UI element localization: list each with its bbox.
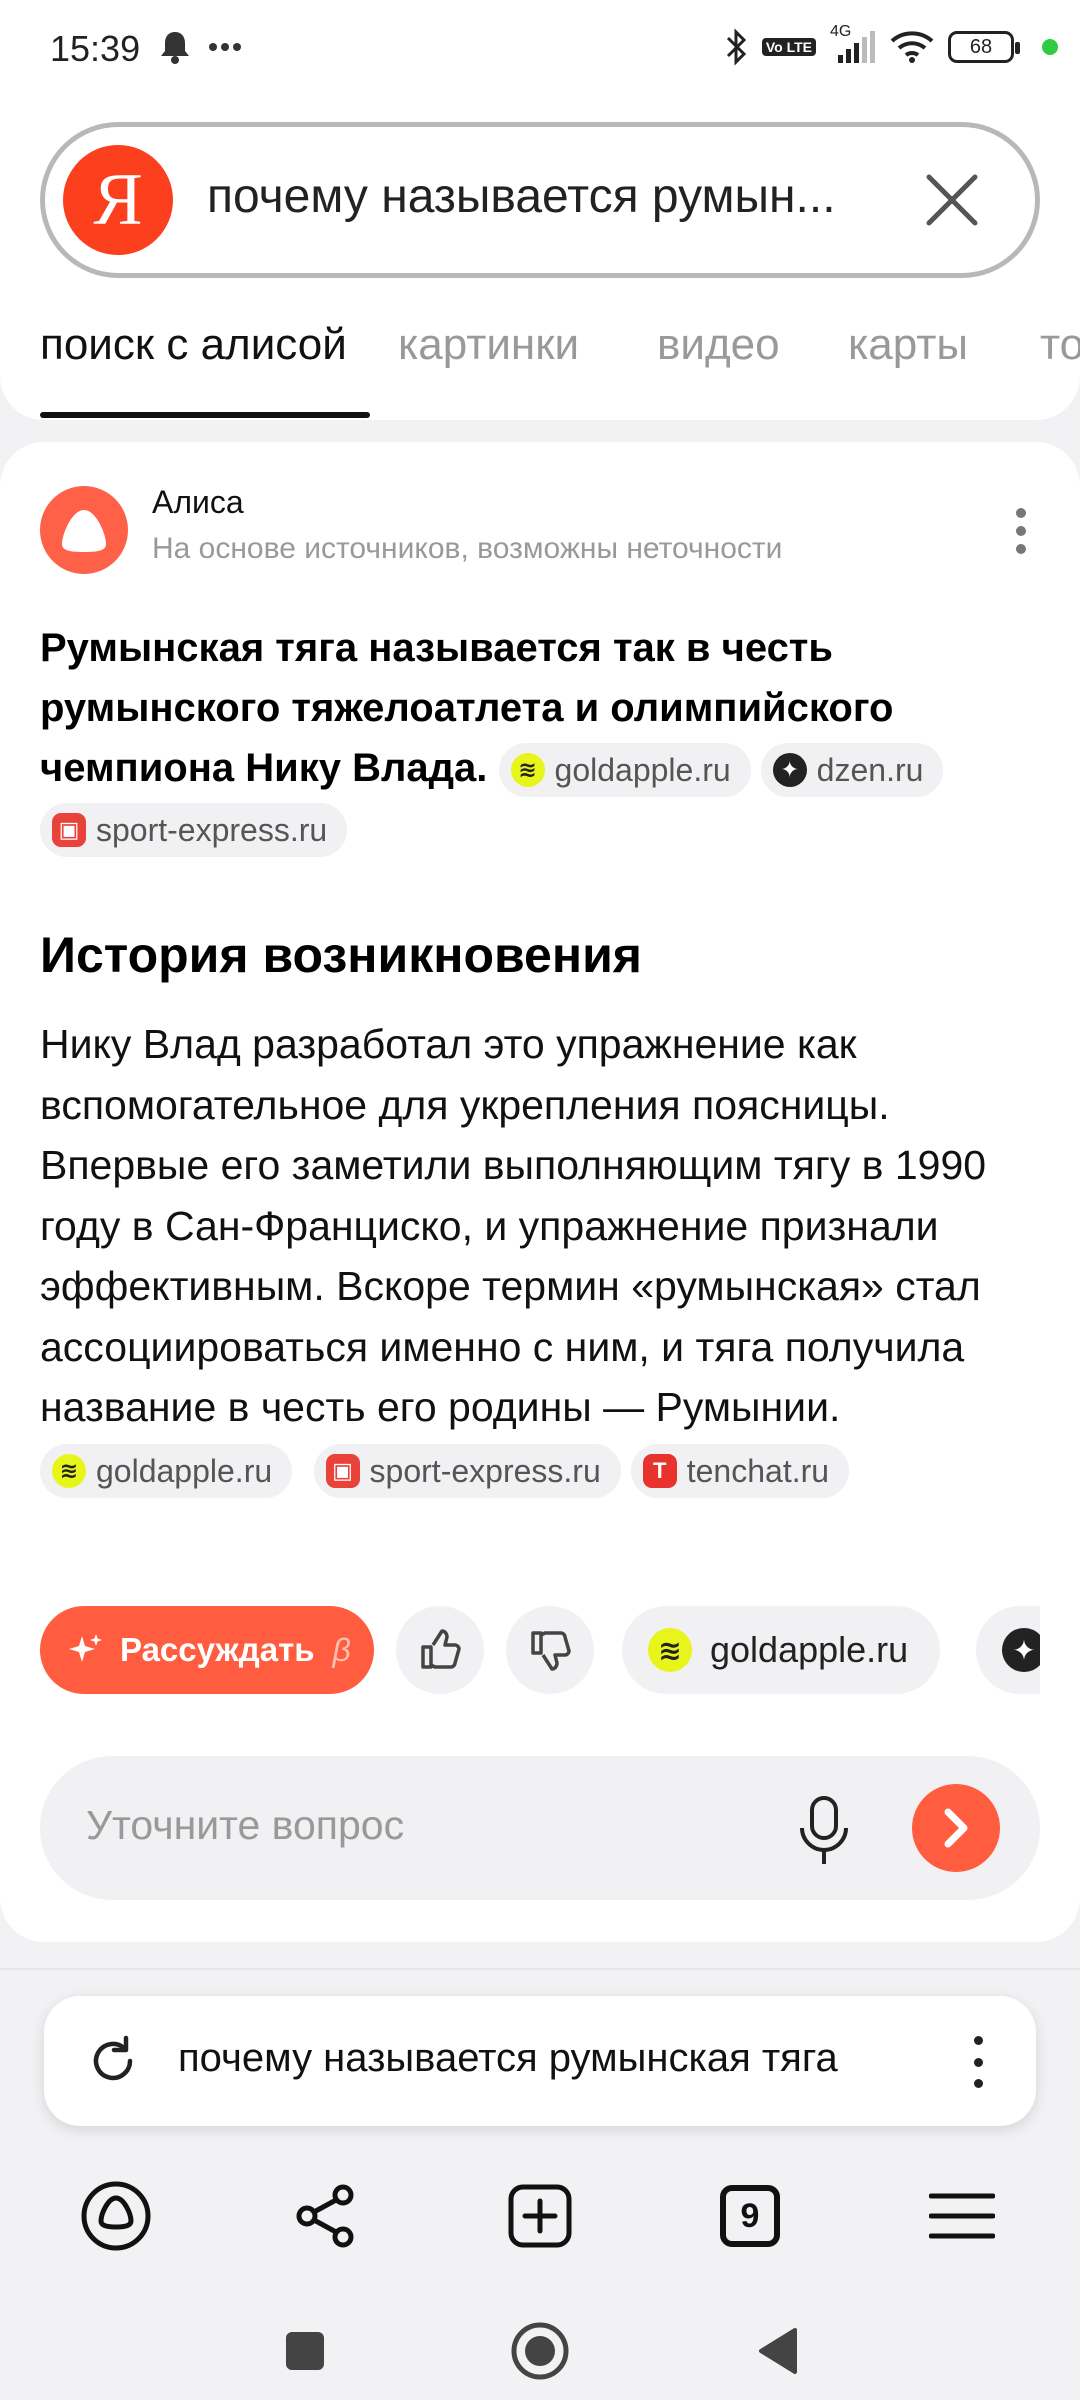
back-button[interactable]	[742, 2316, 812, 2386]
new-tab-button[interactable]	[500, 2176, 580, 2256]
status-bar: 15:39 Vo LTE 4G 68	[0, 0, 1080, 100]
card-menu-icon[interactable]	[1016, 508, 1028, 554]
battery-indicator: 68	[948, 31, 1020, 63]
tenchat-icon: T	[642, 1453, 677, 1488]
home-button[interactable]	[505, 2316, 575, 2386]
source-chip-tenchat[interactable]: Ttenchat.ru	[630, 1443, 850, 1498]
alice-logo-icon	[62, 510, 106, 552]
source-chip-goldapple-large[interactable]: ≋ goldapple.ru	[622, 1606, 941, 1694]
goldapple-icon: ≋	[510, 753, 545, 788]
bluetooth-icon	[726, 28, 746, 66]
privacy-indicator-dot	[1042, 39, 1058, 55]
chevron-right-icon	[944, 1808, 968, 1848]
alice-button[interactable]	[76, 2176, 156, 2256]
browser-toolbar: 9	[0, 2166, 1080, 2276]
status-notifications	[160, 30, 242, 64]
share-button[interactable]	[286, 2176, 366, 2256]
volte-icon: Vo LTE	[761, 38, 816, 56]
hamburger-menu-icon	[929, 2193, 995, 2239]
tabs-button[interactable]: 9	[710, 2176, 790, 2256]
microphone-icon[interactable]	[794, 1794, 854, 1866]
tab-maps[interactable]: карты	[848, 320, 968, 370]
status-system-icons: Vo LTE 4G 68	[724, 23, 1058, 66]
alice-avatar	[40, 486, 128, 574]
square-icon	[286, 2332, 324, 2370]
address-bar-query[interactable]: почему называется румынская тяга	[178, 2036, 838, 2081]
source-chip-next[interactable]: ✦	[976, 1606, 1040, 1694]
tab-video[interactable]: видео	[657, 320, 780, 370]
circle-home-icon	[511, 2322, 569, 2380]
search-box[interactable]: Я почему называется румын...	[40, 122, 1040, 278]
answer-actions: Рассуждать β ≋ goldapple.ru ✦	[40, 1602, 1040, 1698]
reload-icon[interactable]	[86, 2034, 140, 2088]
search-query[interactable]: почему называется румын...	[207, 169, 847, 224]
goldapple-icon: ≋	[648, 1628, 692, 1672]
tabs-count: 9	[720, 2185, 780, 2247]
status-time: 15:39	[50, 28, 141, 69]
active-tab-indicator	[40, 412, 370, 418]
section-title: История возникновения	[40, 927, 642, 983]
sport-express-icon: ▣	[325, 1453, 360, 1488]
search-header: Я почему называется румын... поиск с али…	[0, 100, 1080, 420]
plus-square-icon	[508, 2184, 572, 2248]
browser-bottom-panel: почему называется румынская тяга 9	[0, 1968, 1080, 2400]
tab-images[interactable]: картинки	[398, 320, 579, 370]
beta-badge: β	[332, 1631, 351, 1668]
sparkle-icon	[69, 1634, 102, 1662]
followup-input[interactable]: Уточните вопрос	[40, 1756, 1040, 1900]
address-bar[interactable]: почему называется румынская тяга	[44, 1996, 1036, 2126]
back-triangle-icon	[759, 2328, 797, 2374]
clear-search-icon[interactable]	[919, 167, 985, 233]
dzen-icon: ✦	[772, 753, 807, 788]
recents-button[interactable]	[270, 2316, 340, 2386]
more-notifications-icon	[209, 43, 241, 51]
like-button[interactable]	[396, 1606, 484, 1694]
source-chip-sport-express[interactable]: ▣ sport-express.ru	[40, 803, 348, 858]
answer-disclaimer: На основе источников, возможны неточност…	[152, 532, 783, 565]
tab-more[interactable]: то	[1040, 320, 1080, 370]
source-chip-sport-express[interactable]: ▣ sport-express.ru	[313, 1443, 621, 1498]
share-icon	[296, 2184, 354, 2248]
dzen-icon: ✦	[1002, 1628, 1040, 1672]
goldapple-icon: ≋	[52, 1453, 86, 1488]
thumbs-up-icon	[421, 1629, 461, 1669]
alice-icon	[81, 2181, 151, 2251]
section-text: Нику Влад разработал это упражнение как …	[40, 1021, 987, 1430]
alice-answer-card: Алиса На основе источников, возможны нет…	[0, 442, 1080, 1942]
tab-alice-search[interactable]: поиск с алисой	[40, 320, 347, 370]
system-navigation-bar	[0, 2296, 1080, 2400]
source-chip-goldapple[interactable]: ≋ goldapple.ru	[498, 743, 751, 798]
search-tabs: поиск с алисой картинки видео карты то	[0, 300, 1080, 420]
thumbs-down-icon	[531, 1631, 571, 1671]
menu-button[interactable]	[922, 2176, 1002, 2256]
wifi-icon	[890, 31, 934, 63]
source-chip-goldapple[interactable]: ≋ goldapple.ru	[40, 1443, 293, 1498]
sport-express-icon: ▣	[52, 813, 86, 848]
bell-icon	[161, 32, 189, 64]
send-button[interactable]	[912, 1784, 1000, 1872]
reason-button[interactable]: Рассуждать β	[40, 1606, 374, 1694]
dislike-button[interactable]	[506, 1606, 594, 1694]
cell-signal-icon: 4G	[830, 23, 876, 65]
address-menu-icon[interactable]	[974, 2036, 984, 2088]
answer-author: Алиса	[152, 484, 244, 520]
followup-placeholder[interactable]: Уточните вопрос	[86, 1802, 404, 1849]
source-chip-dzen[interactable]: ✦ dzen.ru	[760, 743, 944, 798]
answer-summary: Румынская тяга называется так в честь ру…	[40, 618, 1040, 858]
yandex-logo[interactable]: Я	[63, 145, 173, 255]
section-body: Нику Влад разработал это упражнение как …	[40, 1014, 1050, 1498]
